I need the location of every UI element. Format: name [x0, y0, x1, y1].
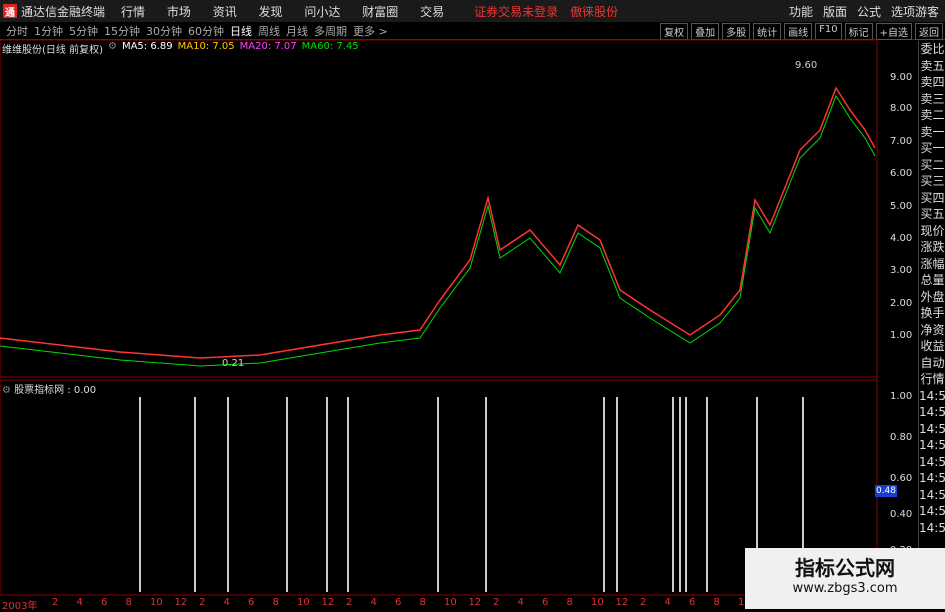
sub-ytick-04: 0.40 [890, 509, 913, 520]
main-legend: 维维股份(日线 前复权) ⚙ MA5: 6.89 MA10: 7.05 MA20… [2, 41, 359, 56]
quote-field[interactable]: 换手 [919, 305, 945, 322]
quote-field[interactable]: 买二 [919, 157, 945, 174]
low-label: 0.21 [222, 358, 245, 369]
quote-field[interactable]: 14:50 [919, 404, 945, 421]
ytick-5: 5.00 [890, 201, 913, 212]
sub-legend: ⚙ 股票指标网 : 0.00 [2, 381, 96, 396]
x-tick: 12 [321, 597, 335, 608]
quote-field[interactable]: 卖二 [919, 107, 945, 124]
quote-field[interactable]: 涨跌 [919, 239, 945, 256]
x-tick: 10 [591, 597, 604, 608]
chart-canvas[interactable] [0, 0, 945, 609]
x-tick: 6 [101, 597, 108, 608]
sub-ytick-06: 0.60 [890, 473, 913, 484]
x-tick: 8 [566, 597, 573, 608]
quote-field[interactable]: 现价 [919, 223, 945, 240]
quote-field[interactable]: 14:50 [919, 520, 945, 537]
ytick-3: 3.00 [890, 265, 913, 276]
gear-icon[interactable]: ⚙ [108, 41, 117, 56]
sub-ytick-1: 1.00 [890, 391, 913, 402]
quote-field[interactable]: 行情 [919, 371, 945, 388]
watermark: 指标公式网 www.zbgs3.com [745, 548, 945, 609]
x-tick: 10 [444, 597, 457, 608]
x-tick: 6 [689, 597, 696, 608]
x-tick: 8 [713, 597, 720, 608]
quote-field[interactable]: 买一 [919, 140, 945, 157]
quote-field[interactable]: 14:50 [919, 470, 945, 487]
x-tick: 6 [542, 597, 549, 608]
quote-panel: 委比 卖五 卖四 卖三 卖二 卖一 买一 买二 买三 买四 买五 现价 涨跌 涨幅 总量 外盘 换手 净资 收益 自动… [918, 41, 945, 609]
x-tick: 8 [272, 597, 279, 608]
ytick-9: 9.00 [890, 72, 913, 83]
quote-field[interactable]: 涨幅 [919, 256, 945, 273]
quote-field[interactable]: 收益 [919, 338, 945, 355]
x-tick: 10 [150, 597, 163, 608]
sub-ytick-08: 0.80 [890, 432, 913, 443]
quote-field[interactable]: 14:50 [919, 388, 945, 405]
x-tick: 4 [223, 597, 230, 608]
quote-field[interactable]: 买三 [919, 173, 945, 190]
watermark-url: www.zbgs3.com [792, 581, 898, 596]
ma60-line [0, 94, 876, 367]
signal-bars [139, 397, 804, 592]
x-tick: 2 [640, 597, 647, 608]
x-tick: 12 [468, 597, 482, 608]
ma10-label: MA10: 7.05 [177, 41, 235, 52]
gear-icon[interactable]: ⚙ [2, 385, 11, 396]
x-tick: 2 [199, 597, 206, 608]
x-tick: 4 [517, 597, 524, 608]
x-tick: 2 [52, 597, 59, 608]
stock-label: 维维股份(日线 前复权) [2, 45, 103, 56]
x-tick: 6 [395, 597, 402, 608]
ma5-label: MA5: 6.89 [121, 41, 173, 52]
indicator-label: 股票指标网 : 0.00 [14, 385, 97, 396]
x-tick: 4 [664, 597, 671, 608]
x-tick: 4 [76, 597, 83, 608]
quote-field[interactable]: 14:50 [919, 503, 945, 520]
x-tick: 2 [493, 597, 500, 608]
x-tick: 8 [419, 597, 426, 608]
quote-field[interactable]: 卖五 [919, 58, 945, 75]
quote-field[interactable]: 委比 [919, 41, 945, 58]
quote-field[interactable]: 净资 [919, 322, 945, 339]
x-tick: 12 [615, 597, 629, 608]
x-tick: 4 [370, 597, 377, 608]
price-line [0, 86, 876, 359]
price-series [0, 86, 876, 367]
value-badge: 0.48 [875, 485, 897, 497]
ytick-4: 4.00 [890, 233, 913, 244]
watermark-title: 指标公式网 [795, 556, 895, 580]
quote-field[interactable]: 卖三 [919, 91, 945, 108]
ytick-1: 1.00 [890, 330, 913, 341]
quote-field[interactable]: 14:50 [919, 437, 945, 454]
year-label: 2003年 [2, 601, 38, 612]
x-tick: 12 [174, 597, 188, 608]
ytick-8: 8.00 [890, 103, 913, 114]
quote-field[interactable]: 自动 [919, 355, 945, 372]
x-tick: 2 [346, 597, 353, 608]
ytick-2: 2.00 [890, 298, 913, 309]
x-tick: 10 [297, 597, 310, 608]
ytick-6: 6.00 [890, 168, 913, 179]
peak-label: 9.60 [795, 60, 818, 71]
quote-field[interactable]: 14:50 [919, 454, 945, 471]
quote-field[interactable]: 买五 [919, 206, 945, 223]
quote-field[interactable]: 外盘 [919, 289, 945, 306]
x-tick: 6 [248, 597, 255, 608]
x-tick: 8 [125, 597, 132, 608]
quote-field[interactable]: 买四 [919, 190, 945, 207]
ma20-label: MA20: 7.07 [239, 41, 297, 52]
quote-field[interactable]: 14:50 [919, 487, 945, 504]
quote-field[interactable]: 卖四 [919, 74, 945, 91]
quote-field[interactable]: 卖一 [919, 124, 945, 141]
quote-field[interactable]: 总量 [919, 272, 945, 289]
quote-field[interactable]: 14:50 [919, 421, 945, 438]
ytick-7: 7.00 [890, 136, 913, 147]
ma60-label: MA60: 7.45 [301, 41, 359, 52]
